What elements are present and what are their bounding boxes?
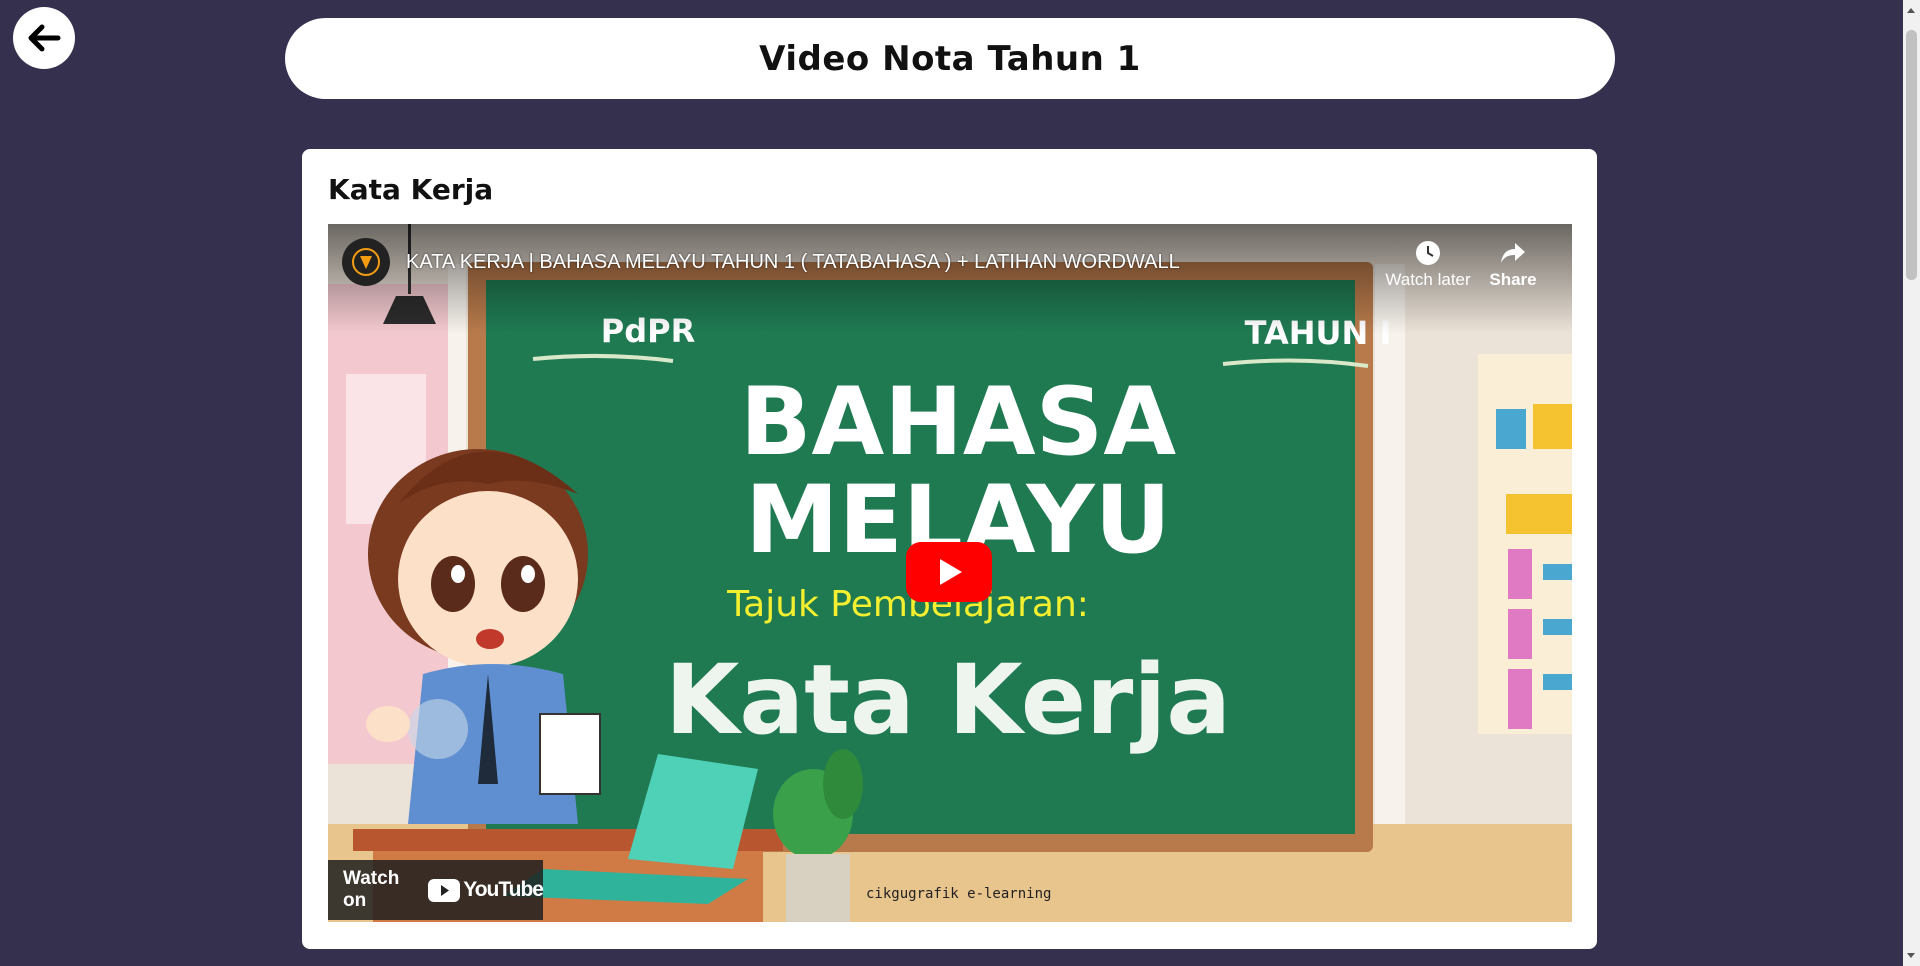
share-label: Share [1489,270,1537,289]
scroll-down-icon[interactable] [1907,953,1915,958]
share-button[interactable]: Share [1478,240,1548,290]
share-arrow-icon [1501,243,1525,263]
video-card: Kata Kerja BAHASA MELAYU Tajuk Pembelaja… [302,149,1597,949]
back-button[interactable] [13,7,75,69]
youtube-logo: YouTube [428,878,544,902]
page-header: Video Nota Tahun 1 [285,18,1615,99]
watch-later-button[interactable]: Watch later [1383,240,1473,290]
youtube-play-icon [428,878,461,902]
thumbnail-subject-line1: BAHASA [739,368,1177,477]
card-title: Kata Kerja [328,173,494,206]
youtube-wordmark: YouTube [463,878,544,901]
scroll-up-icon[interactable] [1907,8,1915,13]
thumbnail-topic: Kata Kerja [664,644,1232,756]
channel-avatar[interactable] [342,238,390,286]
watch-on-youtube-button[interactable]: Watch on YouTube [328,860,544,920]
channel-logo-icon [352,248,380,276]
play-button-icon[interactable] [906,542,992,602]
video-player[interactable]: PdPR TAHUN I BAHASA MELAYU Tajuk Pembela… [328,224,1572,922]
video-title[interactable]: KATA KERJA | BAHASA MELAYU TAHUN 1 ( TAT… [406,251,1180,274]
clock-icon [1416,241,1440,265]
watch-later-label: Watch later [1385,270,1471,289]
page-title: Video Nota Tahun 1 [759,38,1141,79]
page-scrollbar[interactable] [1903,0,1920,966]
thumbnail-subject: BAHASA MELAYU [708,374,1208,570]
scrollbar-thumb[interactable] [1906,30,1917,280]
thumbnail-credit: cikgugrafik e-learning [866,886,1052,902]
watch-on-label: Watch on [343,868,400,911]
arrow-left-icon [28,24,61,52]
